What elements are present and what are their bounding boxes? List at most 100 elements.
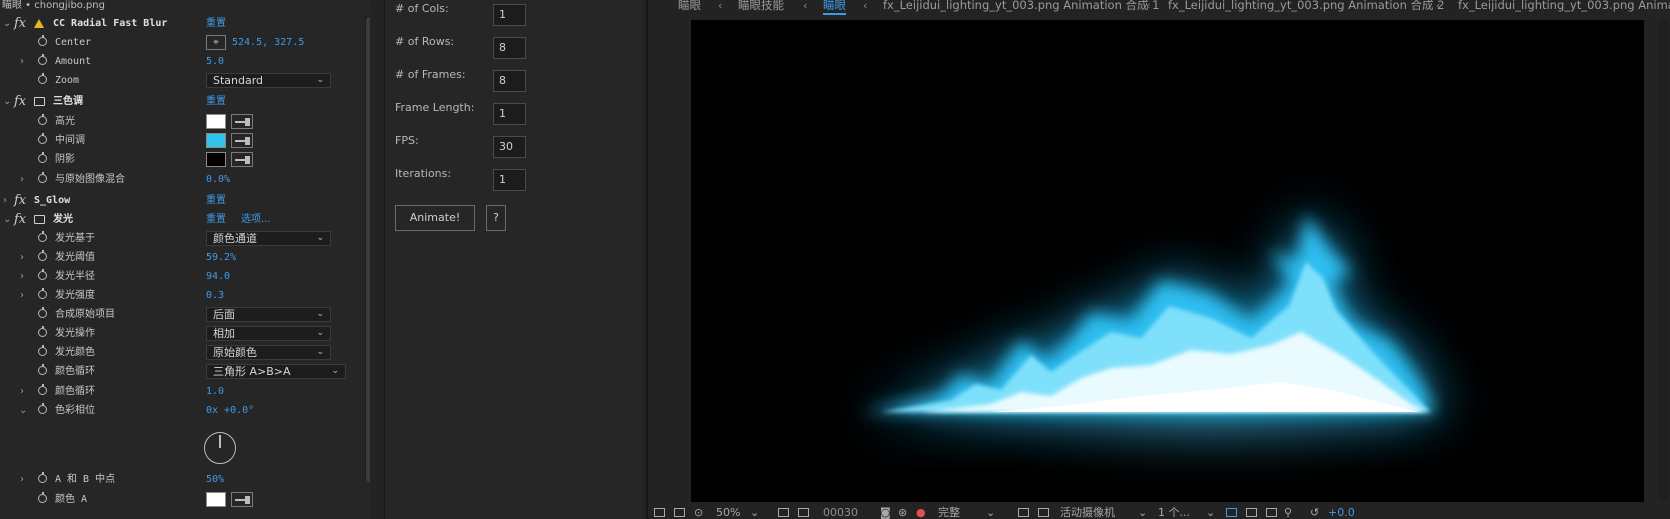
stopwatch-icon[interactable] (38, 133, 47, 144)
frame-length-input[interactable]: 1 (493, 103, 526, 125)
viewer-scrollbar[interactable] (1658, 20, 1668, 500)
effect-tritone[interactable]: ⌄ fx 三色调 重置 (0, 92, 366, 111)
glow-based-on-dropdown[interactable]: 颜色通道 ⌄ (206, 231, 331, 246)
glow-operation-dropdown[interactable]: 相加 ⌄ (206, 326, 331, 341)
stopwatch-icon[interactable] (38, 250, 47, 261)
expand-arrow-icon[interactable]: › (20, 470, 24, 489)
tab-comp-2[interactable]: 瞄眼技能 (738, 0, 784, 13)
expand-arrow-icon[interactable]: › (20, 170, 24, 189)
glow-colors-dropdown[interactable]: 原始颜色 ⌄ (206, 345, 331, 360)
chevron-left-icon[interactable]: ‹ (803, 0, 807, 13)
expand-arrow-icon[interactable]: › (20, 382, 24, 401)
expand-arrow-icon[interactable]: › (20, 267, 24, 286)
color-looping-dropdown[interactable]: 三角形 A>B>A ⌄ (206, 364, 346, 379)
cols-input[interactable]: 1 (493, 4, 526, 26)
flowchart-icon[interactable]: ⚲ (1284, 506, 1292, 519)
expand-arrow-icon[interactable]: › (20, 286, 24, 305)
stopwatch-icon[interactable] (38, 114, 47, 125)
reset-link[interactable]: 重置 (206, 14, 226, 33)
expand-arrow-icon[interactable]: › (20, 52, 24, 71)
collapse-arrow-icon[interactable]: ⌄ (19, 401, 27, 420)
fx-icon[interactable]: fx (14, 191, 26, 210)
composite-original-dropdown[interactable]: 后面 ⌄ (206, 307, 331, 322)
crosshair-icon[interactable]: ⌖ (206, 35, 226, 50)
tab-comp-6[interactable]: fx_Leijidui_lighting_yt_003.png Animatio… (1458, 0, 1670, 13)
color-icon[interactable]: ● (916, 506, 926, 519)
param-value[interactable]: 50% (206, 470, 224, 489)
color-swatch[interactable] (206, 133, 226, 148)
expand-arrow-icon[interactable]: › (20, 248, 24, 267)
fx-icon[interactable]: fx (14, 14, 26, 33)
effect-glow[interactable]: ⌄ fx 发光 重置 选项... (0, 210, 366, 229)
reset-link[interactable]: 重置 (206, 210, 226, 229)
collapse-arrow-icon[interactable]: ⌄ (3, 14, 11, 33)
iterations-input[interactable]: 1 (493, 169, 526, 191)
param-value[interactable]: 0x +0.0° (206, 401, 254, 420)
tab-comp-5[interactable]: fx_Leijidui_lighting_yt_003.png Animatio… (1168, 0, 1445, 13)
effect-cc-radial-fast-blur[interactable]: ⌄ fx CC Radial Fast Blur 重置 (0, 14, 366, 33)
fx-icon[interactable]: fx (14, 210, 26, 229)
zoom-dropdown[interactable]: 50% (716, 506, 740, 519)
param-value[interactable]: 524.5, 327.5 (232, 33, 304, 52)
options-link[interactable]: 选项... (241, 210, 271, 229)
eyedropper-icon[interactable] (231, 133, 253, 148)
fx-icon[interactable]: fx (14, 92, 26, 111)
collapse-arrow-icon[interactable]: ⌄ (3, 92, 11, 111)
stopwatch-icon[interactable] (38, 35, 47, 46)
scrollbar-thumb[interactable] (366, 17, 370, 482)
stopwatch-icon[interactable] (38, 326, 47, 337)
reset-link[interactable]: 重置 (206, 92, 226, 111)
stopwatch-icon[interactable] (38, 269, 47, 280)
tab-comp-4[interactable]: fx_Leijidui_lighting_yt_003.png Animatio… (883, 0, 1160, 13)
zoom-dropdown[interactable]: Standard ⌄ (206, 73, 331, 88)
stopwatch-icon[interactable] (38, 403, 47, 414)
stopwatch-icon[interactable] (38, 345, 47, 356)
param-value[interactable]: 94.0 (206, 267, 230, 286)
color-swatch[interactable] (206, 114, 226, 129)
param-value[interactable]: 0.0% (206, 170, 230, 189)
stopwatch-icon[interactable] (38, 54, 47, 65)
color-swatch[interactable] (206, 152, 226, 167)
color-swatch[interactable] (206, 492, 226, 507)
channel-icon[interactable]: ⊛ (898, 506, 907, 519)
param-value[interactable]: 1.0 (206, 382, 224, 401)
rows-input[interactable]: 8 (493, 37, 526, 59)
animate-button[interactable]: Animate! (395, 205, 475, 231)
phase-dial[interactable] (204, 432, 236, 464)
eyedropper-icon[interactable] (231, 152, 253, 167)
fps-input[interactable]: 30 (493, 136, 526, 158)
exposure-value[interactable]: +0.0 (1328, 506, 1355, 519)
mask-icon[interactable] (798, 508, 809, 517)
stopwatch-icon[interactable] (38, 172, 47, 183)
camera-icon[interactable]: ◙ (880, 506, 891, 519)
vr-icon[interactable]: ⊙ (694, 506, 703, 519)
stopwatch-icon[interactable] (38, 492, 47, 503)
draft3d-icon[interactable] (1246, 508, 1257, 517)
timecode[interactable]: 00030 (823, 506, 858, 519)
stopwatch-icon[interactable] (38, 307, 47, 318)
grid-icon[interactable] (778, 508, 789, 517)
param-value[interactable]: 59.2% (206, 248, 236, 267)
composition-viewer[interactable] (691, 20, 1644, 502)
region-of-interest-icon[interactable] (654, 508, 665, 517)
eyedropper-icon[interactable] (231, 114, 253, 129)
eyedropper-icon[interactable] (231, 492, 253, 507)
resolution-dropdown[interactable]: 完整 (938, 506, 960, 519)
reset-link[interactable]: 重置 (206, 191, 226, 210)
fit-icon[interactable] (674, 508, 685, 517)
chevron-left-icon[interactable]: ‹ (863, 0, 867, 13)
param-value[interactable]: 0.3 (206, 286, 224, 305)
views-dropdown[interactable]: 1 个... (1158, 506, 1190, 519)
stopwatch-icon[interactable] (38, 73, 47, 84)
chevron-left-icon[interactable]: ‹ (1436, 0, 1440, 13)
fast-preview-icon[interactable] (1226, 508, 1237, 517)
stopwatch-icon[interactable] (38, 364, 47, 375)
stopwatch-icon[interactable] (38, 288, 47, 299)
reset-exposure-icon[interactable]: ↺ (1310, 506, 1319, 519)
transparency-grid-icon[interactable] (1018, 508, 1029, 517)
vertical-scrollbar[interactable] (365, 15, 370, 482)
frames-input[interactable]: 8 (493, 70, 526, 92)
stopwatch-icon[interactable] (38, 472, 47, 483)
chevron-left-icon[interactable]: ‹ (718, 0, 722, 13)
collapse-arrow-icon[interactable]: ⌄ (3, 210, 11, 229)
